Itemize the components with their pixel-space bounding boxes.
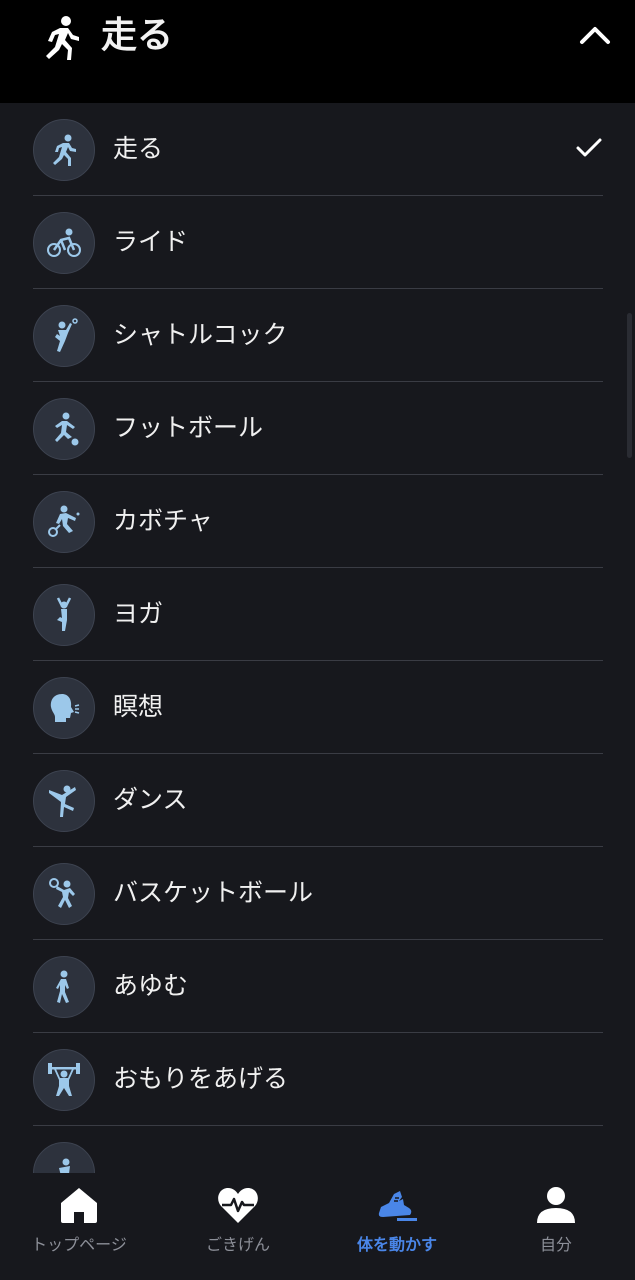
activity-item-yoga[interactable]: ヨガ: [33, 568, 603, 661]
tab-me[interactable]: 自分: [477, 1173, 635, 1280]
activity-label: 瞑想: [113, 692, 164, 721]
activity-label: カボチャ: [113, 506, 213, 535]
activity-item-football[interactable]: フットボール: [33, 382, 603, 475]
activity-item-dance[interactable]: ダンス: [33, 754, 603, 847]
header-title: 走る: [101, 15, 174, 56]
activity-item-basketball[interactable]: バスケットボール: [33, 847, 603, 940]
activity-item-weightlifting[interactable]: おもりをあげる: [33, 1033, 603, 1126]
activity-item-meditation[interactable]: 瞑想: [33, 661, 603, 754]
basketball-icon: [33, 863, 95, 925]
football-icon: [33, 398, 95, 460]
activity-item-running[interactable]: 走る: [33, 103, 603, 196]
activity-item-ride[interactable]: ライド: [33, 196, 603, 289]
tab-label: ごきげん: [205, 1235, 270, 1254]
activity-item-shuttlecock[interactable]: シャトルコック: [33, 289, 603, 382]
running-person-icon: [46, 16, 79, 60]
activity-label: ライド: [113, 227, 189, 256]
activity-label: 走る: [113, 134, 164, 163]
meditation-icon: [33, 677, 95, 739]
badminton-icon: [33, 305, 95, 367]
activity-label: おもりをあげる: [113, 1064, 289, 1093]
tab-mood[interactable]: ごきげん: [159, 1173, 317, 1280]
scrollbar-thumb[interactable]: [627, 313, 632, 458]
dance-icon: [33, 770, 95, 832]
activity-label: ヨガ: [113, 599, 164, 628]
activity-label: シャトルコック: [113, 320, 288, 349]
tab-home[interactable]: トップページ: [0, 1173, 158, 1280]
tab-label: 自分: [539, 1235, 572, 1254]
tab-exercise[interactable]: 体を動かす: [318, 1173, 476, 1280]
checkmark-icon: [576, 138, 602, 157]
weightlifting-icon: [33, 1049, 95, 1111]
activity-list[interactable]: 走る ライド シャトルコック フットボール カボチャ ヨガ 瞑想 ダンス バスケ…: [0, 103, 635, 1173]
bottom-tab-bar: トップページ ごきげん 体を動かす 自分: [0, 1173, 635, 1280]
walking-icon: [33, 956, 95, 1018]
sneaker-icon: [378, 1191, 417, 1221]
heart-pulse-icon: [218, 1188, 258, 1223]
activity-label: ダンス: [113, 785, 188, 814]
cycling-icon: [33, 212, 95, 274]
activity-item-partial[interactable]: [33, 1126, 603, 1173]
tab-label: 体を動かす: [356, 1235, 437, 1254]
yoga-icon: [33, 584, 95, 646]
squash-icon: [33, 491, 95, 553]
tab-label: トップページ: [31, 1235, 127, 1254]
person-icon: [537, 1187, 575, 1223]
activity-label: あゆむ: [113, 971, 189, 1000]
partial-activity-icon: [33, 1142, 95, 1173]
home-icon: [61, 1188, 97, 1223]
activity-item-squash[interactable]: カボチャ: [33, 475, 603, 568]
activity-label: フットボール: [113, 413, 264, 442]
activity-header[interactable]: 走る: [0, 0, 635, 103]
activity-item-walking[interactable]: あゆむ: [33, 940, 603, 1033]
activity-label: バスケットボール: [113, 878, 314, 907]
running-icon: [33, 119, 95, 181]
chevron-up-icon[interactable]: [578, 20, 612, 50]
